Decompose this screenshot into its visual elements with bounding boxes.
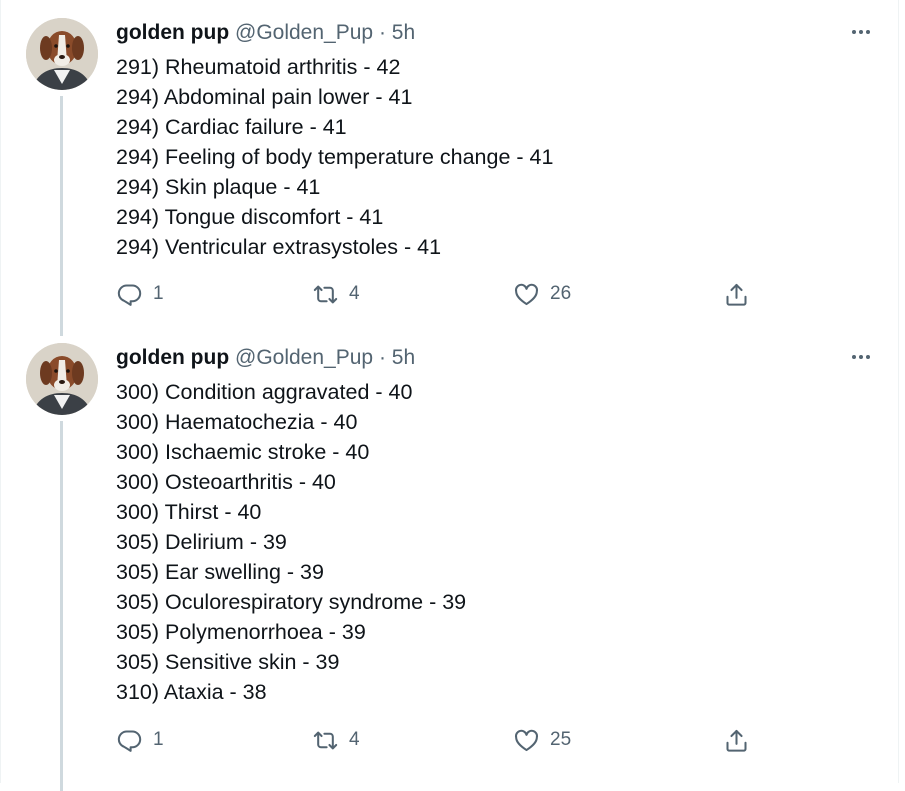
like-count: 26	[550, 283, 572, 304]
tweet-header: golden pup @Golden_Pup · 5h	[116, 20, 415, 46]
tweet-text-line: 291) Rheumatoid arthritis - 42	[116, 55, 401, 79]
author-name[interactable]: golden pup	[116, 21, 229, 44]
tweet-text-line: 305) Oculorespiratory syndrome - 39	[116, 590, 467, 614]
tweet-text-line: 294) Abdominal pain lower - 41	[116, 85, 413, 109]
tweet-text-line: 300) Osteoarthritis - 40	[116, 470, 336, 494]
tweet-text-line: 294) Skin plaque - 41	[116, 175, 321, 199]
tweet-text-line: 305) Delirium - 39	[116, 530, 287, 554]
avatar[interactable]	[26, 343, 98, 415]
share-icon	[726, 729, 747, 752]
tweet-text-line: 294) Tongue discomfort - 41	[116, 205, 384, 229]
tweet-text-line: 305) Polymenorrhoea - 39	[116, 620, 366, 644]
tweet-text-line: 310) Ataxia - 38	[116, 680, 267, 704]
author-name[interactable]: golden pup	[116, 346, 229, 369]
more-horizontal-icon	[852, 30, 856, 34]
tweet-text-line: 300) Ischaemic stroke - 40	[116, 440, 370, 464]
like-button[interactable]: 26	[513, 277, 571, 311]
reply-count: 1	[153, 283, 164, 304]
tweet-text: 291) Rheumatoid arthritis - 42 294) Abdo…	[116, 52, 553, 262]
tweet[interactable]: golden pup @Golden_Pup · 5h 300) Conditi…	[0, 325, 900, 791]
dog-portrait-avatar	[26, 343, 98, 415]
share-icon	[726, 283, 747, 306]
share-button[interactable]	[723, 277, 750, 311]
reply-button[interactable]: 1	[116, 277, 164, 311]
retweet-icon	[313, 731, 338, 749]
tweet-header: golden pup @Golden_Pup · 5h	[116, 345, 415, 371]
dog-portrait-avatar	[26, 18, 98, 90]
retweet-button[interactable]: 4	[312, 723, 360, 757]
reply-button[interactable]: 1	[116, 723, 164, 757]
thread-connector-line	[60, 96, 63, 336]
heart-icon	[515, 283, 538, 305]
more-horizontal-icon	[852, 355, 856, 359]
reply-count: 1	[153, 729, 164, 750]
retweet-icon	[313, 285, 338, 303]
retweet-count: 4	[349, 729, 360, 750]
tweet-text-line: 300) Haematochezia - 40	[116, 410, 358, 434]
reply-icon	[117, 729, 142, 752]
header-separator: ·	[378, 21, 386, 44]
tweet-text: 300) Condition aggravated - 40 300) Haem…	[116, 377, 466, 707]
share-button[interactable]	[723, 723, 750, 757]
avatar[interactable]	[26, 18, 98, 90]
header-separator: ·	[378, 346, 386, 369]
tweet-timestamp[interactable]: 5h	[392, 346, 415, 369]
thread-connector-line	[60, 421, 63, 791]
like-count: 25	[550, 729, 572, 750]
tweet-text-line: 305) Sensitive skin - 39	[116, 650, 340, 674]
retweet-button[interactable]: 4	[312, 277, 360, 311]
tweet-text-line: 300) Thirst - 40	[116, 500, 262, 524]
tweet[interactable]: golden pup @Golden_Pup · 5h 291) Rheumat…	[0, 0, 900, 336]
reply-icon	[117, 283, 142, 306]
author-handle[interactable]: @Golden_Pup	[235, 21, 373, 44]
like-button[interactable]: 25	[513, 723, 571, 757]
tweet-text-line: 294) Feeling of body temperature change …	[116, 145, 554, 169]
more-options-button[interactable]	[848, 347, 874, 367]
heart-icon	[515, 729, 538, 751]
author-handle[interactable]: @Golden_Pup	[235, 346, 373, 369]
tweet-text-line: 294) Ventricular extrasystoles - 41	[116, 235, 442, 259]
tweet-text-line: 300) Condition aggravated - 40	[116, 380, 413, 404]
more-options-button[interactable]	[848, 22, 874, 42]
retweet-count: 4	[349, 283, 360, 304]
tweet-actions: 1 4 26	[116, 277, 776, 311]
tweet-actions: 1 4 25	[116, 723, 776, 757]
tweet-text-line: 305) Ear swelling - 39	[116, 560, 324, 584]
tweet-timestamp[interactable]: 5h	[392, 21, 415, 44]
tweet-text-line: 294) Cardiac failure - 41	[116, 115, 347, 139]
